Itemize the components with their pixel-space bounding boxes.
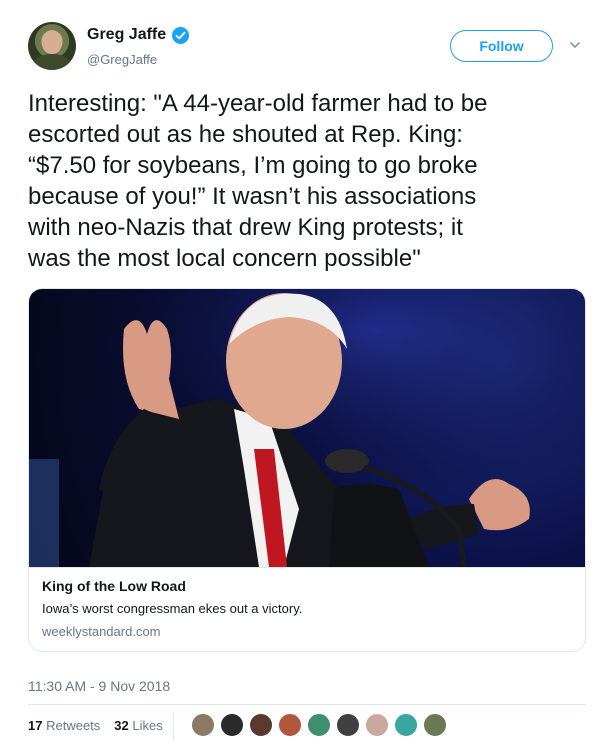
liker-avatar[interactable] bbox=[335, 712, 361, 738]
liker-avatar[interactable] bbox=[306, 712, 332, 738]
liker-avatar[interactable] bbox=[190, 712, 216, 738]
stats-separator bbox=[173, 712, 174, 740]
checkmark-icon bbox=[175, 31, 186, 39]
avatar-face bbox=[42, 30, 62, 54]
card-description: Iowa’s worst congressman ekes out a vict… bbox=[42, 601, 303, 616]
engagement-stats: 17 Retweets 32 Likes bbox=[28, 718, 177, 733]
divider bbox=[28, 704, 586, 705]
card-body[interactable]: King of the Low Road Iowa’s worst congre… bbox=[29, 567, 585, 651]
author-handle[interactable]: @GregJaffe bbox=[87, 52, 157, 67]
retweets-label: Retweets bbox=[46, 718, 101, 733]
retweets-count: 17 bbox=[28, 718, 43, 733]
card-photo-illustration bbox=[29, 289, 585, 569]
author-name[interactable]: Greg Jaffe bbox=[87, 26, 166, 44]
card-domain[interactable]: weeklystandard.com bbox=[42, 624, 161, 639]
likes-count: 32 bbox=[114, 718, 129, 733]
liker-avatar[interactable] bbox=[248, 712, 274, 738]
card-image[interactable] bbox=[29, 289, 585, 569]
likes-label: Likes bbox=[132, 718, 163, 733]
verified-badge-icon bbox=[172, 26, 190, 44]
follow-button[interactable]: Follow bbox=[450, 30, 553, 62]
card-title[interactable]: King of the Low Road bbox=[42, 578, 186, 594]
liker-avatar[interactable] bbox=[393, 712, 419, 738]
liker-avatar[interactable] bbox=[277, 712, 303, 738]
avatar-shirt bbox=[32, 54, 72, 70]
author-name-row: Greg Jaffe bbox=[87, 26, 190, 44]
tweet-header: Greg Jaffe @GregJaffe Follow bbox=[0, 0, 614, 80]
link-card[interactable]: King of the Low Road Iowa’s worst congre… bbox=[28, 288, 586, 652]
tweet-text: Interesting: "A 44-year-old farmer had t… bbox=[28, 90, 488, 272]
liker-avatar[interactable] bbox=[219, 712, 245, 738]
likes-stat[interactable]: 32 Likes bbox=[114, 718, 162, 733]
liker-avatar[interactable] bbox=[422, 712, 448, 738]
tweet-timestamp[interactable]: 11:30 AM - 9 Nov 2018 bbox=[28, 678, 170, 694]
author-avatar[interactable] bbox=[28, 22, 76, 70]
liker-avatar[interactable] bbox=[364, 712, 390, 738]
retweets-stat[interactable]: 17 Retweets bbox=[28, 718, 100, 733]
liker-avatars bbox=[190, 712, 451, 738]
chevron-down-icon[interactable] bbox=[568, 38, 582, 52]
